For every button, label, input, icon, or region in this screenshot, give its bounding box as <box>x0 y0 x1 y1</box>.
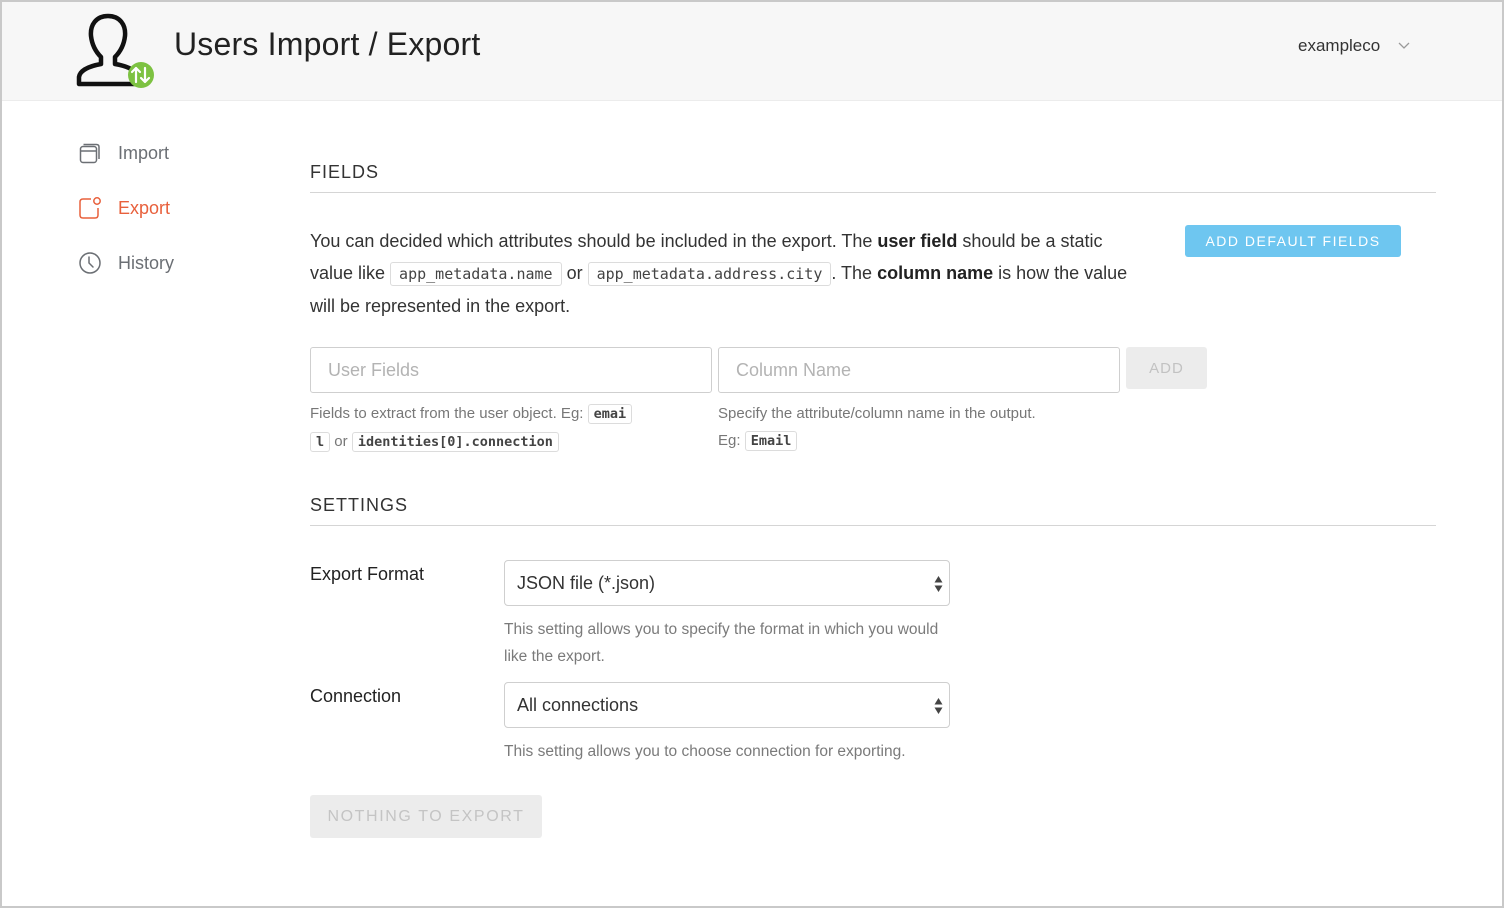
connection-help: This setting allows you to choose connec… <box>504 743 906 760</box>
select-arrows-icon <box>934 576 943 592</box>
settings-section-title: SETTINGS <box>310 495 1436 526</box>
account-name: exampleco <box>1298 36 1381 55</box>
export-button[interactable]: NOTHING TO EXPORT <box>310 795 542 838</box>
connection-setting: Connection All connections This setting … <box>310 682 1436 765</box>
account-dropdown[interactable]: exampleco <box>1298 36 1410 56</box>
connection-label: Connection <box>310 686 402 706</box>
header: Users Import / Export exampleco <box>2 2 1502 101</box>
chevron-down-icon <box>1398 42 1410 49</box>
add-default-fields-button[interactable]: ADD DEFAULT FIELDS <box>1185 225 1401 257</box>
column-name-help: Specify the attribute/column name in the… <box>718 405 1036 451</box>
select-arrows-icon <box>934 698 943 714</box>
fields-description: You can decided which attributes should … <box>310 231 1128 316</box>
export-format-select[interactable]: JSON file (*.json) <box>504 560 950 606</box>
sidebar-item-label: Export <box>118 197 171 218</box>
import-window-icon <box>78 141 102 165</box>
sidebar-item-label: Import <box>118 142 170 163</box>
app-title: Users Import / Export <box>174 26 481 62</box>
sidebar: Import Export History <box>78 138 278 303</box>
export-box-icon <box>78 196 102 220</box>
connection-select[interactable]: All connections <box>504 682 950 728</box>
export-format-label: Export Format <box>310 564 425 584</box>
sidebar-item-history[interactable]: History <box>78 248 278 278</box>
export-format-help: This setting allows you to specify the f… <box>504 621 939 665</box>
user-import-export-icon <box>74 12 156 90</box>
main-content: FIELDS You can decided which attributes … <box>310 162 1436 838</box>
sidebar-item-label: History <box>118 252 175 273</box>
user-fields-help: Fields to extract from the user object. … <box>310 400 662 456</box>
column-name-input[interactable] <box>718 347 1120 393</box>
add-field-button[interactable]: ADD <box>1126 347 1207 389</box>
user-fields-input[interactable] <box>310 347 712 393</box>
sidebar-item-import[interactable]: Import <box>78 138 278 168</box>
export-format-setting: Export Format JSON file (*.json) This se… <box>310 560 1436 670</box>
clock-icon <box>78 251 102 275</box>
fields-section-title: FIELDS <box>310 162 1436 193</box>
sidebar-item-export[interactable]: Export <box>78 193 278 223</box>
app-window: Users Import / Export exampleco Import E… <box>0 0 1504 908</box>
code-example: app_metadata.address.city <box>587 262 832 286</box>
code-example: app_metadata.name <box>390 262 562 286</box>
